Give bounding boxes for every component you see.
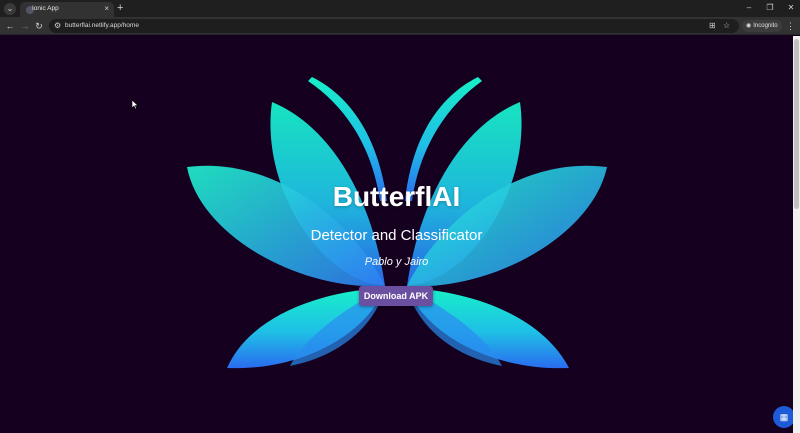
authors-text: Pablo y Jairo [364, 256, 429, 268]
tab-title: Ionic App [32, 5, 59, 12]
bookmark-star-icon[interactable]: ☆ [723, 20, 730, 32]
browser-tab[interactable]: Ionic App × [20, 2, 114, 17]
browser-toolbar: ← → ↻ ⚙ butterflai.netlify.app/home ⊞ ☆ … [0, 17, 800, 35]
new-tab-plus-icon[interactable]: + [117, 2, 123, 14]
back-arrow-icon[interactable]: ← [4, 20, 16, 32]
page-subtitle: Detector and Classificator [310, 227, 483, 244]
scrollbar-thumb[interactable] [794, 39, 799, 209]
page-content: ButterflAI Detector and Classificator Pa… [0, 36, 793, 433]
page-scrollbar[interactable] [793, 36, 800, 433]
tab-strip: ⌄ Ionic App × + – ❐ ✕ [0, 0, 800, 17]
browser-menu-icon[interactable]: ⋮ [786, 20, 795, 32]
download-apk-button[interactable]: Download APK [359, 286, 433, 306]
close-window-icon[interactable]: ✕ [784, 2, 798, 14]
minimize-icon[interactable]: – [742, 2, 756, 14]
floating-action-button[interactable]: ▦ [773, 406, 793, 428]
address-bar[interactable]: ⚙ butterflai.netlify.app/home ⊞ ☆ [49, 19, 739, 33]
page-title: ButterflAI [332, 181, 461, 212]
forward-arrow-icon[interactable]: → [19, 20, 31, 32]
site-info-icon[interactable]: ⚙ [54, 20, 61, 32]
tab-close-icon[interactable]: × [104, 4, 109, 14]
restore-icon[interactable]: ❐ [763, 2, 777, 14]
mouse-cursor-icon [132, 100, 139, 110]
url-text[interactable]: butterflai.netlify.app/home [65, 22, 139, 29]
reload-icon[interactable]: ↻ [33, 20, 45, 32]
grid-icon: ▦ [779, 412, 789, 422]
incognito-icon: ◉ [746, 23, 752, 29]
incognito-label: Incognito [753, 23, 778, 29]
tab-search-chevron-down-icon[interactable]: ⌄ [4, 3, 16, 15]
translate-icon[interactable]: ⊞ [709, 20, 716, 32]
incognito-badge[interactable]: ◉ Incognito [742, 20, 782, 32]
